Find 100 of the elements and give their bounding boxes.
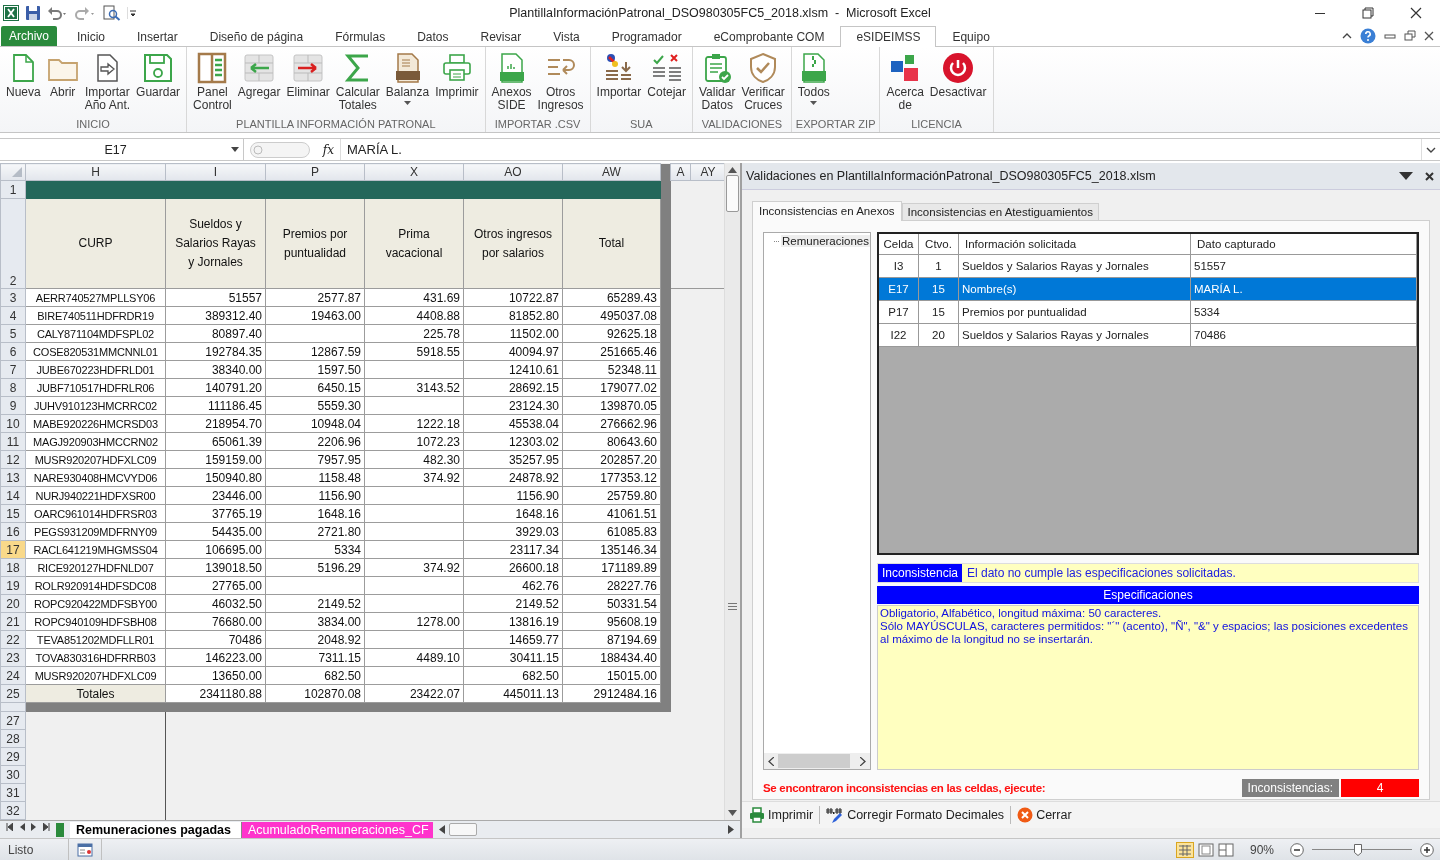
zoom-slider-thumb[interactable]	[1354, 843, 1362, 856]
macro-record-icon[interactable]	[77, 842, 93, 857]
sheet-tab[interactable]: Remuneraciones pagadas	[70, 821, 242, 838]
count-value: 4	[1341, 779, 1419, 798]
insert-function-button[interactable]: fx	[322, 142, 334, 157]
customize-toolbar-icon[interactable]	[127, 4, 137, 21]
close-icon[interactable]	[1410, 6, 1422, 19]
zoom-level[interactable]: 90%	[1249, 842, 1274, 857]
ribbon-button[interactable]: Calcular Totales	[332, 51, 383, 119]
ribbon-button[interactable]: Verificar Cruces	[738, 51, 788, 119]
ribbon-button[interactable]: Anexos SIDE	[488, 51, 535, 119]
ribbon-tab[interactable]: Fórmulas	[319, 26, 402, 48]
column-header[interactable]: Dato capturado	[1191, 234, 1417, 255]
expand-icon[interactable]	[1426, 146, 1436, 153]
toolbar-button[interactable]: Corregir Formato Decimales	[822, 806, 1009, 825]
print-preview-icon[interactable]	[103, 4, 121, 21]
scroll-right-icon[interactable]	[728, 825, 734, 835]
count-label: Inconsistencias:	[1241, 779, 1339, 798]
group-label: VALIDACIONES	[701, 118, 783, 131]
grid-row[interactable]: P17 15 Premios por puntualidad 5334	[879, 301, 1417, 325]
restore-icon[interactable]	[1362, 6, 1374, 19]
ribbon-button[interactable]: Eliminar	[283, 51, 333, 119]
ribbon-button[interactable]: Agregar	[234, 51, 284, 119]
grid-row[interactable]: I3 1 Sueldos y Salarios Rayas y Jornales 51557	[879, 255, 1417, 279]
grid-cell: 70486	[1194, 329, 1226, 342]
ribbon-button[interactable]: Todos	[794, 51, 833, 119]
toolbar-button[interactable]: Imprimir	[745, 807, 818, 824]
column-header[interactable]: H	[25, 163, 166, 181]
ribbon-button[interactable]: Acerca de	[883, 51, 927, 119]
ribbon-tab[interactable]: Datos	[401, 26, 465, 48]
ribbon-tab[interactable]: eComprobante COM	[697, 26, 841, 48]
panel-icon	[196, 52, 229, 85]
ribbon-button[interactable]: Nueva	[3, 51, 44, 119]
zoom-in-icon[interactable]	[1420, 842, 1434, 857]
scroll-thumb[interactable]	[448, 823, 477, 837]
ribbon-tab[interactable]: Revisar	[464, 26, 538, 48]
column-title: Prima vacacional	[385, 226, 443, 260]
grid-row[interactable]: I22 20 Sueldos y Salarios Rayas y Jornales 70486	[879, 324, 1417, 348]
ribbon-button[interactable]: Guardar	[133, 51, 184, 119]
ribbon-tab[interactable]: Programador	[595, 26, 698, 48]
scroll-down-icon[interactable]	[728, 810, 737, 817]
specifications-header: Especificaciones	[877, 586, 1419, 605]
column-header[interactable]: Ctvo.	[919, 234, 959, 255]
ribbon-button[interactable]: Abrir	[43, 51, 82, 119]
ribbon-button[interactable]: Validar Datos	[696, 51, 739, 119]
scroll-right-icon[interactable]	[860, 756, 866, 766]
close-icon[interactable]	[1424, 31, 1434, 41]
ribbon-button[interactable]: Cotejar	[644, 51, 689, 119]
previous-sheet-icon[interactable]	[19, 822, 25, 831]
ribbon-tab[interactable]: Vista	[537, 26, 596, 48]
grip-icon[interactable]	[728, 603, 737, 611]
ribbon-tab[interactable]: Inicio	[61, 26, 122, 48]
printer-icon	[749, 807, 765, 824]
zoom-out-icon[interactable]	[1290, 842, 1304, 857]
row-header[interactable]: 2	[0, 198, 26, 289]
collapse-ribbon-icon[interactable]	[1342, 31, 1352, 41]
column-header[interactable]: AY	[690, 163, 724, 181]
normal-view-icon[interactable]	[1175, 841, 1194, 858]
ribbon-tab[interactable]: Equipo	[936, 26, 1006, 48]
close-icon[interactable]	[1425, 171, 1434, 181]
first-sheet-icon[interactable]	[6, 822, 13, 831]
ribbon-tab[interactable]: Insertar	[121, 26, 194, 48]
restore-icon[interactable]	[1404, 30, 1416, 42]
help-icon[interactable]	[1360, 28, 1376, 44]
scroll-thumb[interactable]	[726, 175, 739, 213]
caret-icon	[231, 147, 239, 153]
formula-value: MARÍA L.	[347, 142, 402, 158]
scroll-left-icon[interactable]	[438, 825, 445, 835]
next-sheet-icon[interactable]	[31, 822, 37, 831]
ribbon-button[interactable]: Balanza	[382, 51, 433, 119]
tree-item[interactable]: Remuneraciones	[781, 235, 870, 248]
ribbon-button[interactable]: Imprimir	[432, 51, 482, 119]
ribbon-button[interactable]: Importar Año Ant.	[81, 51, 134, 119]
column-header[interactable]: Celda	[879, 234, 919, 255]
column-header[interactable]: A	[670, 163, 691, 181]
column-header[interactable]: Información solicitada	[959, 234, 1191, 255]
file-tab[interactable]: Archivo	[1, 26, 57, 47]
scroll-thumb[interactable]	[778, 754, 850, 769]
ribbon-tab[interactable]: Diseño de página	[193, 26, 320, 48]
column-header[interactable]: AO	[463, 163, 563, 181]
column-header[interactable]: AW	[562, 163, 661, 181]
ribbon-button[interactable]: Otros Ingresos	[534, 51, 587, 119]
toolbar-button[interactable]: Cerrar	[1013, 807, 1076, 824]
page-break-icon[interactable]	[1217, 842, 1234, 857]
dropdown-icon[interactable]	[1399, 172, 1413, 181]
column-header[interactable]: P	[265, 163, 365, 181]
grid-row[interactable]: E17 15 Nombre(s) MARÍA L.	[879, 278, 1417, 302]
grid-cell: 5334	[1194, 306, 1220, 319]
ribbon-tab[interactable]: eSIDEIMSS	[840, 26, 937, 48]
save-icon[interactable]	[25, 4, 41, 21]
ribbon-button[interactable]: Panel Control	[190, 51, 235, 119]
last-sheet-icon[interactable]	[43, 822, 50, 831]
tab[interactable]: Inconsistencias en Anexos	[752, 201, 902, 222]
ribbon-button[interactable]: Desactivar	[926, 51, 990, 119]
ribbon-button[interactable]: Importar	[593, 51, 645, 119]
name-box[interactable]: E17	[0, 139, 244, 161]
tab[interactable]: Inconsistencias en Atestiguamientos	[901, 203, 1099, 221]
scroll-left-icon[interactable]	[768, 756, 774, 766]
column-header[interactable]: X	[364, 163, 464, 181]
column-header[interactable]: I	[165, 163, 266, 181]
